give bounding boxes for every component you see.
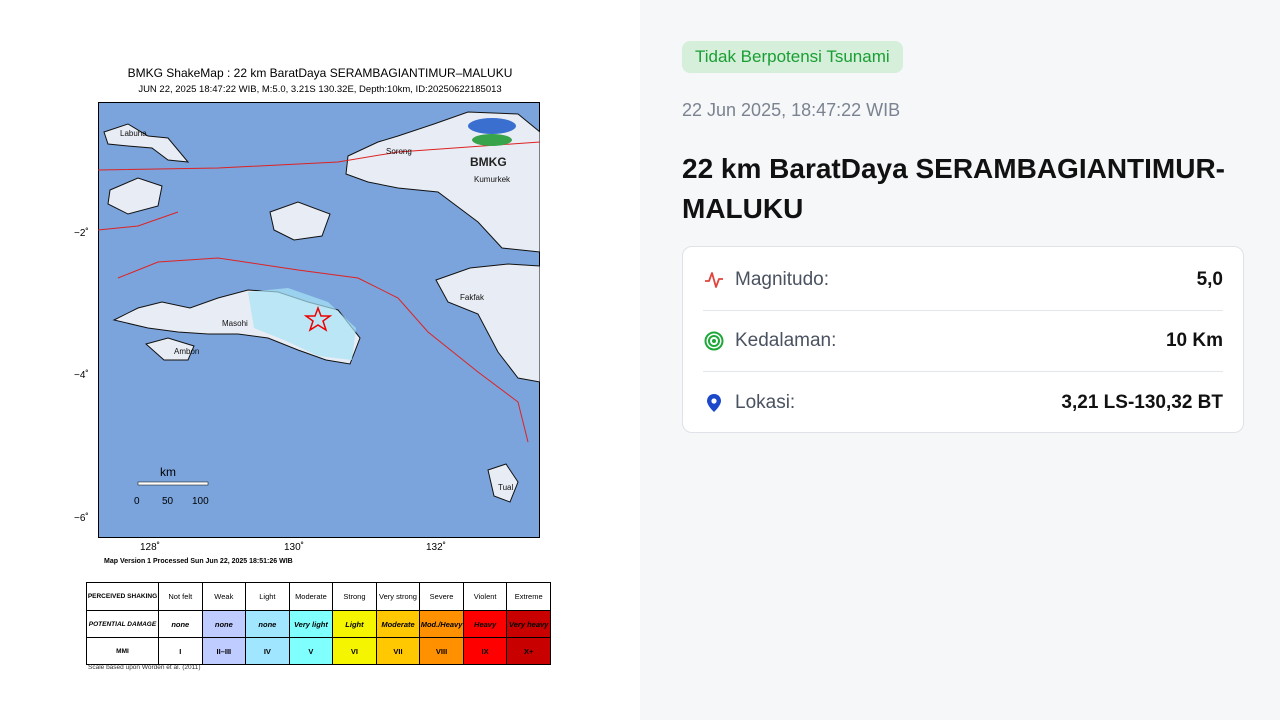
magnitude-label: Magnitudo:: [735, 269, 830, 290]
mmi-legend-table: PERCEIVED SHAKING Not felt Weak Light Mo…: [86, 582, 551, 665]
y-tick-label: −2˚: [74, 228, 89, 239]
damage-cell: Moderate: [375, 610, 421, 638]
damage-cell: none: [245, 610, 290, 638]
location-value: 3,21 LS-130,32 BT: [1061, 391, 1223, 413]
shaking-cell: Weak: [201, 582, 247, 611]
damage-cell: Heavy: [462, 610, 508, 638]
event-location-title: 22 km BaratDaya SERAMBAGIANTIMUR-MALUKU: [682, 153, 1226, 224]
scale-note: Scale based upon Worden et al. (2011): [88, 664, 201, 671]
location-label: Lokasi:: [735, 391, 796, 413]
place-kumurkek: Kumurkek: [474, 175, 511, 184]
mmi-cell: V: [288, 637, 334, 665]
event-datetime: 22 Jun 2025, 18:47:22 WIB: [682, 100, 901, 120]
magnitude-value: 5,0: [1196, 269, 1223, 290]
depth-row: Kedalaman: 10 Km: [703, 311, 1223, 372]
shaking-cell: Violent: [462, 582, 508, 611]
shaking-cell: Strong: [332, 582, 377, 611]
mmi-cell: VII: [375, 637, 421, 665]
x-tick-label: 132˚: [426, 542, 447, 553]
damage-cell: Very light: [288, 610, 334, 638]
y-tick-label: −6˚: [74, 513, 89, 524]
shakemap-panel: BMKG ShakeMap : 22 km BaratDaya SERAMBAG…: [0, 0, 640, 720]
mmi-cell: IV: [245, 637, 290, 665]
place-fakfak: Fakfak: [460, 293, 485, 302]
shaking-cell: Not felt: [158, 582, 203, 611]
y-tick-label: −4˚: [74, 370, 89, 381]
place-labuha: Labuha: [120, 129, 147, 138]
shaking-cell: Light: [245, 582, 290, 611]
shakemap-map: Labuha Sorong Kumurkek Fakfak Masohi Amb…: [98, 102, 540, 538]
place-ambon: Ambon: [174, 347, 199, 356]
mmi-cell: II–III: [201, 637, 247, 665]
map-pin-icon: [703, 392, 725, 414]
mmi-cell: IX: [462, 637, 508, 665]
shaking-cell: Severe: [419, 582, 464, 611]
damage-cell: none: [158, 610, 203, 638]
map-version: Map Version 1 Processed Sun Jun 22, 2025…: [104, 558, 293, 565]
place-tual: Tual: [498, 483, 513, 492]
mmi-cell: X+: [506, 637, 551, 665]
svg-text:BMKG: BMKG: [470, 155, 507, 169]
damage-cell: Light: [332, 610, 377, 638]
shakemap-subtitle: JUN 22, 2025 18:47:22 WIB, M:5.0, 3.21S …: [138, 84, 502, 95]
damage-cell: Mod./Heavy: [419, 610, 464, 638]
shaking-cell: Very strong: [375, 582, 421, 611]
magnitude-row: Magnitudo: 5,0: [703, 250, 1223, 311]
place-masohi: Masohi: [222, 319, 248, 328]
shaking-cell: Moderate: [288, 582, 334, 611]
svg-text:100: 100: [192, 496, 209, 507]
mmi-cell: VI: [332, 637, 377, 665]
tsunami-status-badge: Tidak Berpotensi Tsunami: [682, 41, 903, 73]
mmi-cell: I: [158, 637, 203, 665]
svg-text:km: km: [160, 465, 176, 479]
event-details-card: Magnitudo: 5,0 Kedalaman: 10 Km Lokasi: …: [682, 246, 1244, 433]
pulse-icon: [703, 269, 725, 291]
x-tick-label: 128˚: [140, 542, 161, 553]
row-header: PERCEIVED SHAKING: [86, 582, 159, 611]
depth-value: 10 Km: [1165, 330, 1223, 351]
svg-text:0: 0: [134, 496, 140, 507]
damage-cell: none: [201, 610, 247, 638]
depth-label: Kedalaman:: [735, 330, 837, 351]
mmi-cell: VIII: [419, 637, 464, 665]
row-header: MMI: [86, 637, 159, 665]
svg-text:50: 50: [162, 496, 174, 507]
location-row: Lokasi: 3,21 LS-130,32 BT: [703, 372, 1223, 433]
place-sorong: Sorong: [386, 147, 412, 156]
x-tick-label: 130˚: [284, 542, 305, 553]
shaking-cell: Extreme: [506, 582, 551, 611]
shakemap-title: BMKG ShakeMap : 22 km BaratDaya SERAMBAG…: [127, 66, 513, 80]
row-header: POTENTIAL DAMAGE: [86, 610, 159, 638]
damage-cell: Very heavy: [506, 610, 551, 638]
target-icon: [703, 330, 725, 352]
